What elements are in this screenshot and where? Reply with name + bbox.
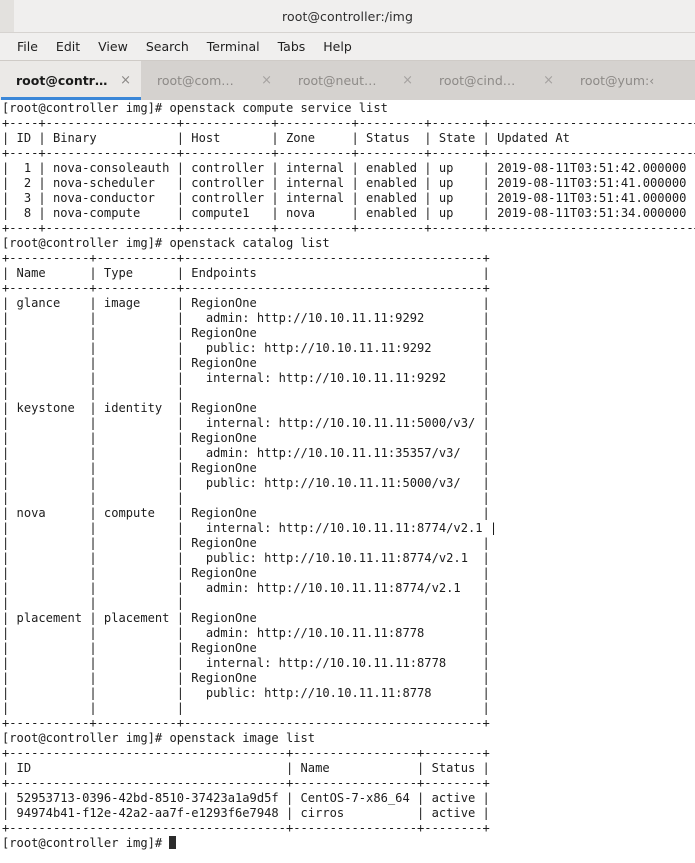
close-icon[interactable]: ×	[543, 74, 554, 87]
title-bar: root@controller:/img	[0, 0, 695, 33]
title-bar-left-corner	[0, 0, 14, 32]
tab-bar: root@contr… × root@com… × root@neut… × r…	[0, 61, 695, 100]
tab-compute[interactable]: root@com… ×	[141, 61, 282, 100]
menu-edit[interactable]: Edit	[47, 37, 89, 56]
tab-controller[interactable]: root@contr… ×	[0, 61, 141, 100]
tab-label: root@com…	[157, 73, 234, 88]
tab-neutron[interactable]: root@neut… ×	[282, 61, 423, 100]
close-icon[interactable]: ×	[120, 74, 131, 87]
tab-label: root@yum:‹	[580, 73, 655, 88]
menu-file[interactable]: File	[8, 37, 47, 56]
terminal-output: [root@controller img]# openstack compute…	[2, 101, 695, 850]
terminal-window: root@controller:/img File Edit View Sear…	[0, 0, 695, 863]
menu-search[interactable]: Search	[137, 37, 198, 56]
tab-label: root@cind…	[439, 73, 516, 88]
tab-label: root@contr…	[16, 73, 108, 88]
window-title: root@controller:/img	[282, 8, 413, 24]
terminal-screen[interactable]: [root@controller img]# openstack compute…	[0, 100, 695, 863]
menu-view[interactable]: View	[89, 37, 137, 56]
menu-help[interactable]: Help	[314, 37, 361, 56]
close-icon[interactable]: ×	[261, 74, 272, 87]
terminal-cursor	[169, 836, 177, 849]
menu-tabs[interactable]: Tabs	[269, 37, 315, 56]
close-icon[interactable]: ×	[402, 74, 413, 87]
menu-bar: File Edit View Search Terminal Tabs Help	[0, 33, 695, 61]
tab-cinder[interactable]: root@cind… ×	[423, 61, 564, 100]
tab-yum[interactable]: root@yum:‹	[564, 61, 695, 100]
menu-terminal[interactable]: Terminal	[198, 37, 269, 56]
tab-label: root@neut…	[298, 73, 377, 88]
